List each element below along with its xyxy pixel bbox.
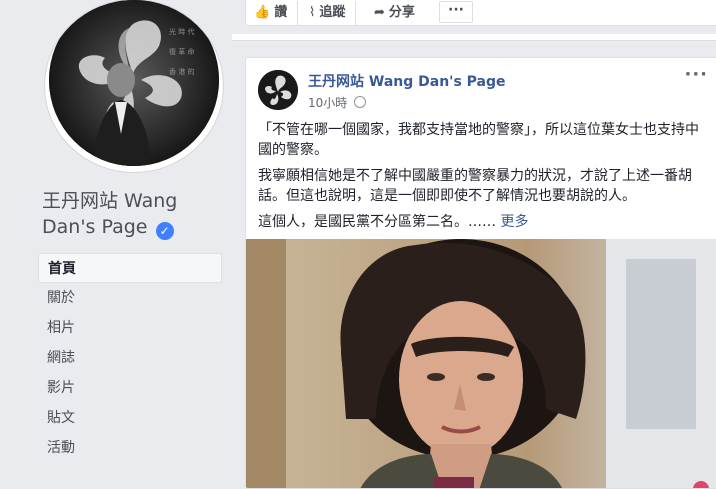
bauhinia-portrait-image: 光 時 代 復 革 命 香 港 的 (49, 0, 219, 166)
post-author-avatar[interactable] (258, 70, 298, 110)
nav-item-posts[interactable]: 貼文 (38, 403, 222, 433)
page-nav: 首頁 關於 相片 網誌 影片 貼文 活動 (38, 253, 222, 463)
share-label: 分享 (388, 5, 415, 20)
nav-item-videos[interactable]: 影片 (38, 373, 222, 403)
see-more-link[interactable]: 更多 (500, 214, 528, 230)
nav-item-notes[interactable]: 網誌 (38, 343, 222, 373)
follow-label: 追蹤 (319, 5, 346, 20)
check-badge-icon: ✓ (155, 222, 174, 240)
post-paragraph: 我寧願相信她是不了解中國嚴重的警察暴力的狀況，才說了上述一番胡話。但這也說明，這… (258, 168, 692, 204)
bauhinia-avatar-image (258, 70, 298, 110)
follow-button[interactable]: ⌇ 追蹤 (301, 1, 357, 25)
like-label: 讚 (274, 5, 288, 20)
like-button[interactable]: 👍 讚 (246, 1, 299, 25)
woman-portrait-photo (246, 239, 716, 488)
post-options-button[interactable]: ··· (684, 64, 708, 85)
divider-strip (232, 34, 716, 41)
nav-item-about[interactable]: 關於 (38, 283, 222, 313)
share-arrow-icon: ➦ (374, 5, 385, 20)
post-timestamp[interactable]: 10小時 (308, 94, 367, 111)
profile-picture[interactable]: 光 時 代 復 革 命 香 港 的 (49, 0, 219, 166)
post-time-text: 10小時 (308, 96, 348, 110)
nav-item-events[interactable]: 活動 (38, 433, 222, 463)
rss-icon: ⌇ (309, 5, 316, 20)
globe-icon (354, 96, 367, 108)
svg-text:光 時 代: 光 時 代 (169, 27, 194, 36)
post-last-line: 這個人，是國民黨不分區第二名。…… (258, 214, 496, 230)
svg-text:復 革 命: 復 革 命 (169, 47, 194, 56)
post-photo[interactable] (246, 239, 716, 488)
nav-item-photos[interactable]: 相片 (38, 313, 222, 343)
more-actions-button[interactable]: ··· (439, 1, 473, 23)
post-author-link[interactable]: 王丹网站 Wang Dan's Page (308, 71, 506, 91)
page-title: 王丹网站 Wang Dan's Page ✓ (42, 188, 227, 240)
post-paragraph-last: 這個人，是國民黨不分區第二名。…… 更多 (258, 212, 710, 232)
nav-item-home[interactable]: 首頁 (38, 253, 222, 283)
share-button[interactable]: ➦ 分享 (366, 1, 425, 25)
profile-picture-frame[interactable]: 光 時 代 復 革 命 香 港 的 (45, 0, 223, 172)
page-sidebar: 光 時 代 復 革 命 香 港 的 王丹网站 Wang Dan's Page ✓… (0, 0, 232, 476)
thumbs-up-icon: 👍 (254, 5, 271, 20)
page-actions-bar: 👍 讚 ⌇ 追蹤 ➦ 分享 ··· (245, 0, 716, 26)
post-card: 王丹网站 Wang Dan's Page 10小時 ··· 「不管在哪一個國家，… (245, 57, 716, 489)
post-body: 「不管在哪一個國家，我都支持當地的警察」，所以這位葉女士也支持中國的警察。 我寧… (258, 120, 710, 238)
svg-text:香 港 的: 香 港 的 (169, 67, 194, 76)
post-paragraph: 「不管在哪一個國家，我都支持當地的警察」，所以這位葉女士也支持中國的警察。 (258, 122, 699, 158)
